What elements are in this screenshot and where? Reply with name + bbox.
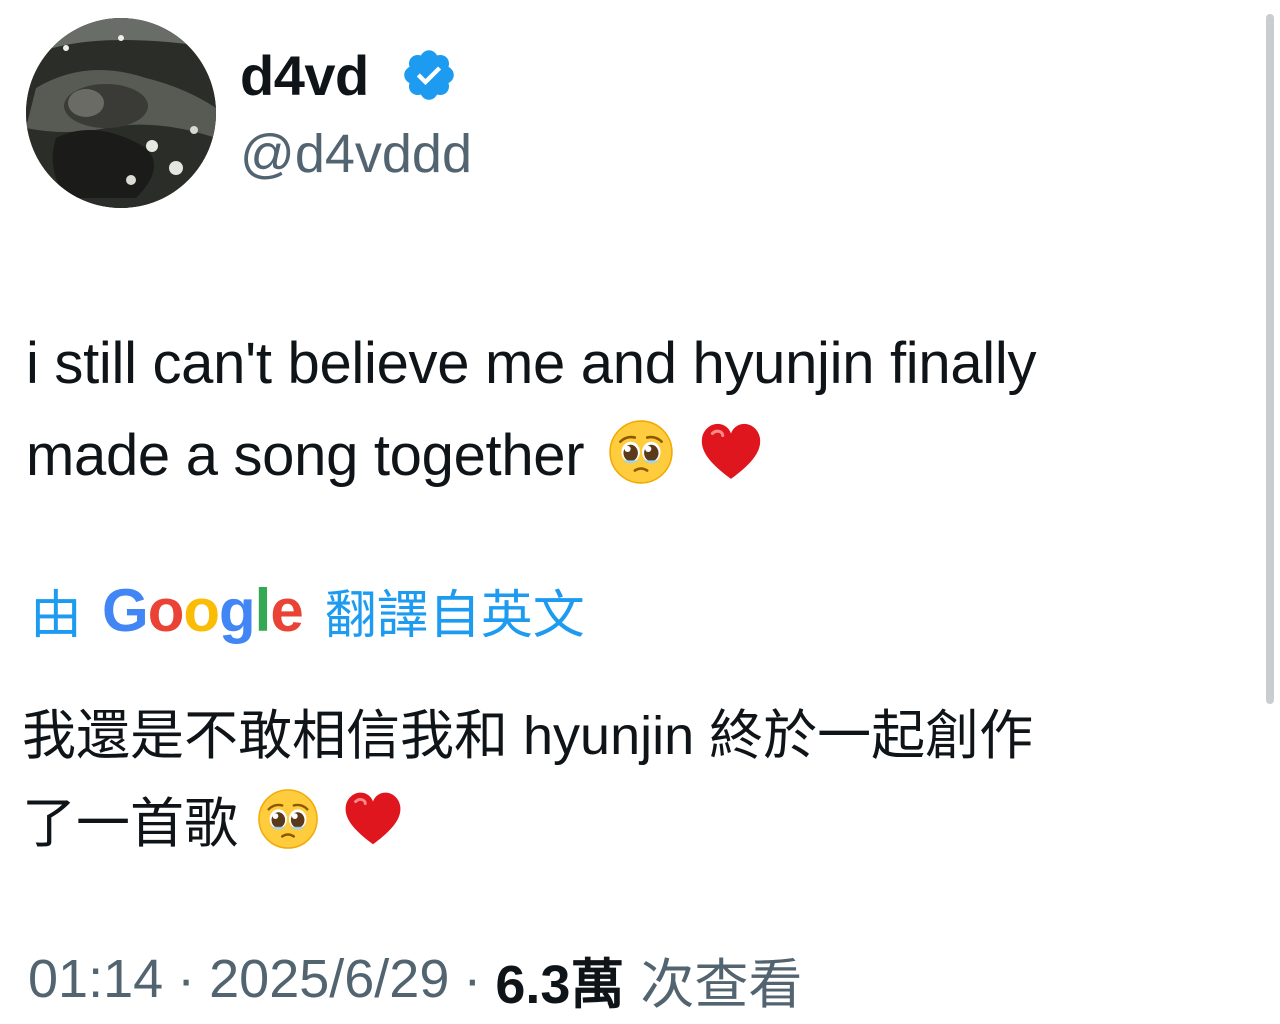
tweet-line-2-text: made a song together — [26, 423, 585, 488]
user-handle[interactable]: @d4vddd — [240, 122, 472, 186]
translated-line-1: 我還是不敢相信我和 hyunjin 終於一起創作 — [22, 706, 1034, 766]
translated-line-2-text: 了一首歌 — [22, 794, 238, 854]
avatar[interactable] — [26, 18, 216, 208]
separator-dot: · — [463, 949, 482, 1009]
tweet-text: i still can't believe me and hyunjin fin… — [26, 318, 1256, 512]
tweet-line-1: i still can't believe me and hyunjin fin… — [26, 331, 1037, 396]
tweet-line-2: made a song together — [26, 410, 1256, 512]
tweet-date[interactable]: 2025/6/29 — [209, 948, 449, 1010]
profile-photo — [26, 18, 216, 208]
scrollbar[interactable] — [1266, 14, 1274, 704]
red-heart-icon — [698, 419, 764, 512]
verified-badge-icon — [400, 46, 458, 104]
views-label: 次查看 — [640, 954, 803, 1015]
views-count[interactable]: 6.3萬 — [495, 940, 624, 1019]
pleading-face-icon — [608, 419, 674, 512]
google-logo: Google — [102, 576, 304, 644]
translate-prefix: 由 — [30, 586, 83, 645]
translated-text: 我還是不敢相信我和 hyunjin 終於一起創作 了一首歌 — [22, 692, 1252, 876]
translated-line-2: 了一首歌 — [22, 780, 1252, 876]
separator-dot: · — [177, 949, 196, 1009]
tweet-metadata: 01:14 · 2025/6/29 · 6.3萬 次查看 — [28, 944, 802, 1015]
pleading-face-icon — [257, 788, 319, 876]
translate-suffix: 翻譯自英文 — [324, 586, 585, 645]
display-name[interactable]: d4vd — [240, 44, 369, 108]
tweet-time[interactable]: 01:14 — [28, 948, 163, 1010]
translated-by-google-link[interactable]: 由 Google 翻譯自英文 — [30, 570, 585, 650]
red-heart-icon — [342, 788, 404, 876]
